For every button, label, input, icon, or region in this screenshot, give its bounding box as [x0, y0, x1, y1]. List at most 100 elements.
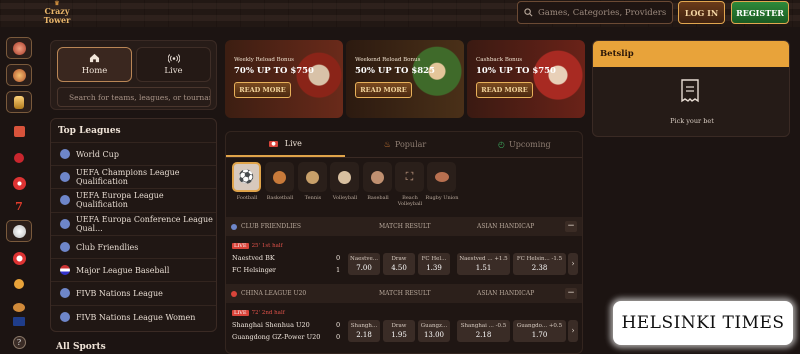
help-icon[interactable]: ? — [6, 331, 32, 353]
globe-icon — [60, 195, 70, 205]
odds-button[interactable]: Shangh... 2.18 — [348, 320, 380, 342]
home-team: Naestved BK — [232, 254, 275, 262]
odds-label: Guangz... — [420, 323, 448, 329]
sport-basketball[interactable] — [265, 162, 294, 192]
match-time: 72' 2nd half — [251, 310, 285, 316]
coins-icon[interactable] — [6, 273, 32, 295]
sport-volleyball[interactable] — [330, 162, 359, 192]
odds-button[interactable]: Draw 4.50 — [383, 253, 415, 275]
casino-search-input[interactable]: Games, Categories, Providers — [517, 1, 673, 24]
seven-icon[interactable]: 7 — [6, 195, 32, 217]
top-leagues-panel: Top Leagues World Cup UEFA Champions Lea… — [50, 118, 217, 332]
all-sports-title: All Sports — [56, 342, 106, 352]
read-more-button[interactable]: READ MORE — [355, 82, 412, 98]
odds-value: 2.18 — [475, 331, 492, 339]
trophy-icon[interactable] — [6, 91, 32, 113]
home-team: Shanghai Shenhua U20 — [232, 321, 310, 329]
promo-kicker: Weekly Reload Bonus — [234, 57, 294, 63]
chevron-right-icon[interactable]: › — [568, 320, 578, 342]
section-header: CHINA LEAGUE U20 MATCH RESULT ASIAN HAND… — [226, 284, 582, 303]
broadcast-icon — [167, 53, 180, 63]
promo-banner-weekend[interactable]: Weekend Reload Bonus 50% UP TO $825 READ… — [346, 40, 464, 118]
live-tab[interactable]: Live — [136, 47, 211, 82]
cherry-icon[interactable] — [6, 147, 32, 169]
league-item[interactable]: Major League Baseball — [51, 258, 216, 281]
live-icon: ● — [269, 140, 278, 147]
league-item[interactable]: UEFA Europa Conference League Qual... — [51, 212, 216, 235]
league-item[interactable]: FIVB Nations League Women — [51, 305, 216, 328]
league-item[interactable]: UEFA Europa League Qualification — [51, 188, 216, 211]
slots-icon[interactable] — [6, 64, 32, 86]
sport-label: Baseball — [367, 195, 389, 201]
league-label: UEFA Champions League Qualification — [76, 168, 180, 186]
odds-button[interactable]: Guangdo... +0.5 1.70 — [513, 320, 566, 342]
market-header: ASIAN HANDICAP — [477, 223, 535, 230]
odds-button[interactable]: Naestve... 7.00 — [348, 253, 380, 275]
read-more-button[interactable]: READ MORE — [234, 82, 291, 98]
sport-beach-volleyball[interactable]: ⛶ — [395, 162, 424, 192]
league-item[interactable]: FIVB Nations League — [51, 281, 216, 304]
league-item[interactable]: UEFA Champions League Qualification — [51, 165, 216, 188]
sport-tennis[interactable] — [298, 162, 327, 192]
top-leagues-title: Top Leagues — [58, 126, 121, 136]
team-search-input[interactable]: Search for teams, leagues, or tournament… — [57, 87, 211, 107]
odds-button[interactable]: FC Hel... 1.39 — [418, 253, 450, 275]
sport-label: Rugby Union — [425, 195, 459, 201]
queen-illustration — [404, 40, 464, 118]
chevron-right-icon[interactable]: › — [568, 253, 578, 275]
live-casino-icon[interactable] — [6, 247, 32, 269]
home-tab[interactable]: Home — [57, 47, 132, 82]
tab-label: Live — [284, 139, 302, 148]
register-button[interactable]: REGISTER — [731, 1, 789, 24]
league-item[interactable]: World Cup — [51, 142, 216, 165]
odds-value: 2.18 — [356, 331, 372, 339]
odds-value: 2.38 — [531, 264, 548, 272]
section-title: CHINA LEAGUE U20 — [241, 290, 307, 297]
live-tab-label: Live — [164, 65, 183, 76]
away-score: 1 — [336, 266, 341, 274]
sport-label: Football — [236, 195, 258, 201]
roulette-icon[interactable] — [6, 172, 32, 194]
collapse-button[interactable]: − — [565, 288, 577, 299]
odds-button[interactable]: Naestved ... +1.5 1.51 — [457, 253, 510, 275]
sports-ball-icon[interactable] — [6, 37, 32, 59]
sport-football[interactable]: ⚽ — [232, 162, 261, 192]
promo-banner-cashback[interactable]: Cashback Bonus 10% UP TO $750 READ MORE — [467, 40, 585, 118]
football-icon[interactable] — [6, 220, 32, 242]
odds-button[interactable]: Shanghai ... -0.5 2.18 — [457, 320, 510, 342]
tab-popular[interactable]: ♨ Popular — [345, 132, 464, 157]
odds-label: FC Hel... — [421, 256, 447, 262]
sport-rugby[interactable] — [427, 162, 456, 192]
league-label: Major League Baseball — [76, 265, 170, 275]
sport-label: Tennis — [304, 195, 322, 201]
odds-button[interactable]: FC Helsin... -1.5 2.38 — [513, 253, 566, 275]
login-button[interactable]: LOG IN — [678, 1, 725, 24]
tab-live[interactable]: ● Live — [226, 132, 346, 157]
away-score: 0 — [336, 333, 341, 341]
match-row[interactable]: LIVE 72' 2nd half Shanghai Shenhua U20 Gu… — [226, 306, 582, 348]
home-tab-label: Home — [81, 66, 108, 76]
league-label: Club Friendlies — [76, 242, 139, 252]
league-item[interactable]: Club Friendlies — [51, 235, 216, 258]
match-time: 25' 1st half — [251, 243, 283, 249]
sportsbook-board: ● Live ♨ Popular ◴ Upcoming ⚽ ⛶ Football Ba… — [225, 131, 583, 354]
collapse-button[interactable]: − — [565, 221, 577, 232]
flag-icon[interactable] — [6, 310, 32, 332]
tab-upcoming[interactable]: ◴ Upcoming — [465, 132, 582, 157]
odds-button[interactable]: Draw 1.95 — [383, 320, 415, 342]
site-logo[interactable]: ♛ Crazy Tower — [41, 1, 73, 25]
board-tabs: ● Live ♨ Popular ◴ Upcoming — [226, 132, 582, 158]
home-score: 0 — [336, 321, 341, 329]
live-icon: LIVE — [232, 243, 249, 249]
sport-baseball[interactable] — [363, 162, 392, 192]
gift-icon[interactable] — [6, 120, 32, 142]
match-row[interactable]: LIVE 25' 1st half Naestved BK FC Helsingø… — [226, 239, 582, 281]
promo-kicker: Cashback Bonus — [476, 57, 523, 63]
odds-button[interactable]: Guangz... 13.00 — [418, 320, 450, 342]
league-label: UEFA Europa Conference League Qual... — [76, 215, 213, 233]
promo-banner-weekly[interactable]: Weekly Reload Bonus 70% UP TO $750 READ … — [225, 40, 343, 118]
read-more-button[interactable]: READ MORE — [476, 82, 533, 98]
odds-label: Naestve... — [350, 256, 378, 262]
casino-search-placeholder: Games, Categories, Providers — [538, 7, 667, 18]
league-label: UEFA Europa League Qualification — [76, 191, 164, 209]
